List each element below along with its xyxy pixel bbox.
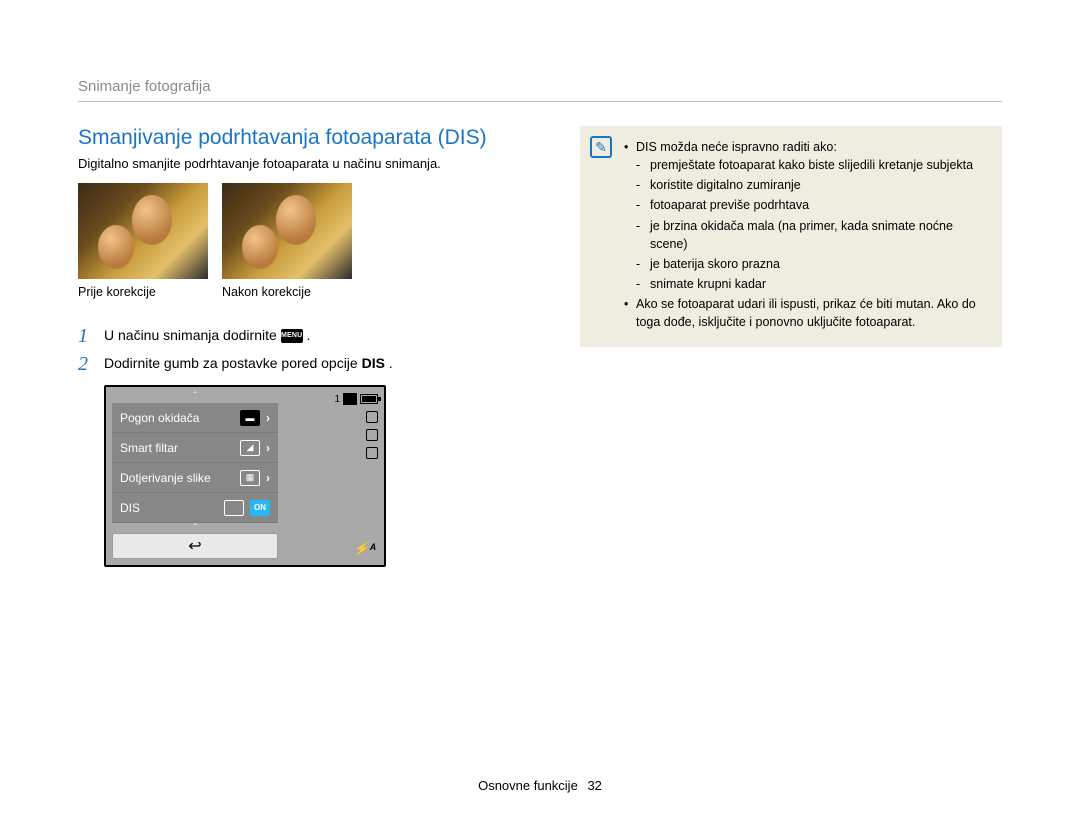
note-sub-1: premještate fotoaparat kako biste slijed… bbox=[636, 156, 988, 174]
menu-row-smart-filter[interactable]: Smart filtar ◢ › bbox=[112, 433, 278, 463]
step-2-bold: DIS bbox=[362, 355, 385, 371]
note-bullet-1: DIS možda neće ispravno raditi ako: prem… bbox=[624, 138, 988, 293]
adjust-icon: ▦ bbox=[240, 470, 260, 486]
sd-card-icon bbox=[343, 393, 357, 405]
footer-label: Osnovne funkcije bbox=[478, 778, 578, 793]
note-sub-3: fotoaparat previše podrhtava bbox=[636, 196, 988, 214]
chevron-right-icon: › bbox=[266, 411, 270, 425]
on-badge: ON bbox=[250, 500, 270, 516]
menu-label: Smart filtar bbox=[120, 441, 178, 455]
status-icon-1 bbox=[366, 411, 378, 423]
page-title: Smanjivanje podrhtavanja fotoaparata (DI… bbox=[78, 126, 538, 150]
note-sub-5: je baterija skoro prazna bbox=[636, 255, 988, 273]
chevron-right-icon: › bbox=[266, 441, 270, 455]
note-bullet-2: Ako se fotoaparat udari ili ispusti, pri… bbox=[624, 295, 988, 331]
menu-label: Dotjerivanje slike bbox=[120, 471, 211, 485]
menu-row-dis[interactable]: DIS ON bbox=[112, 493, 278, 523]
page-footer: Osnovne funkcije 32 bbox=[0, 778, 1080, 793]
note-sub-6: snimate krupni kadar bbox=[636, 275, 988, 293]
note-sub-2: koristite digitalno zumiranje bbox=[636, 176, 988, 194]
note-icon: ✎ bbox=[590, 136, 612, 158]
menu-label: DIS bbox=[120, 501, 140, 515]
status-icon-2 bbox=[366, 429, 378, 441]
menu-label: Pogon okidača bbox=[120, 411, 199, 425]
menu-row-image-adjust[interactable]: Dotjerivanje slike ▦ › bbox=[112, 463, 278, 493]
single-shot-icon: ▬ bbox=[240, 410, 260, 426]
step-1: U načinu snimanja dodirnite MENU . bbox=[78, 327, 538, 343]
dis-box-icon bbox=[224, 500, 244, 516]
filter-icon: ◢ bbox=[240, 440, 260, 456]
note-sub-4: je brzina okidača mala (na primer, kada … bbox=[636, 217, 988, 253]
breadcrumb: Snimanje fotografija bbox=[78, 78, 1002, 102]
menu-icon: MENU bbox=[281, 329, 303, 343]
page-number: 32 bbox=[587, 778, 601, 793]
step-2-text-a: Dodirnite gumb za postavke pored opcije bbox=[104, 355, 362, 371]
step-2-text-b: . bbox=[389, 355, 393, 371]
status-icon-3 bbox=[366, 447, 378, 459]
step-1-text-b: . bbox=[307, 327, 311, 343]
example-before-image bbox=[78, 183, 208, 279]
example-after-image bbox=[222, 183, 352, 279]
step-2: Dodirnite gumb za postavke pored opcije … bbox=[78, 355, 538, 371]
caption-before: Prije korekcije bbox=[78, 285, 208, 299]
step-1-text-a: U načinu snimanja dodirnite bbox=[104, 327, 281, 343]
flash-auto-icon: ⚡ᴬ bbox=[353, 541, 376, 557]
caption-after: Nakon korekcije bbox=[222, 285, 352, 299]
chevron-right-icon: › bbox=[266, 471, 270, 485]
intro-text: Digitalno smanjite podrhtavanje fotoapar… bbox=[78, 156, 538, 171]
battery-icon bbox=[360, 394, 378, 404]
camera-screen-mock: ˆ Pogon okidača ▬ › Smart filtar ◢ bbox=[104, 385, 386, 567]
scroll-up-icon[interactable]: ˆ bbox=[112, 391, 278, 403]
menu-row-shutter-drive[interactable]: Pogon okidača ▬ › bbox=[112, 403, 278, 433]
shot-count: 1 bbox=[334, 394, 340, 405]
note-box: ✎ DIS možda neće ispravno raditi ako: pr… bbox=[580, 126, 1002, 347]
back-button[interactable]: ↩ bbox=[112, 533, 278, 559]
